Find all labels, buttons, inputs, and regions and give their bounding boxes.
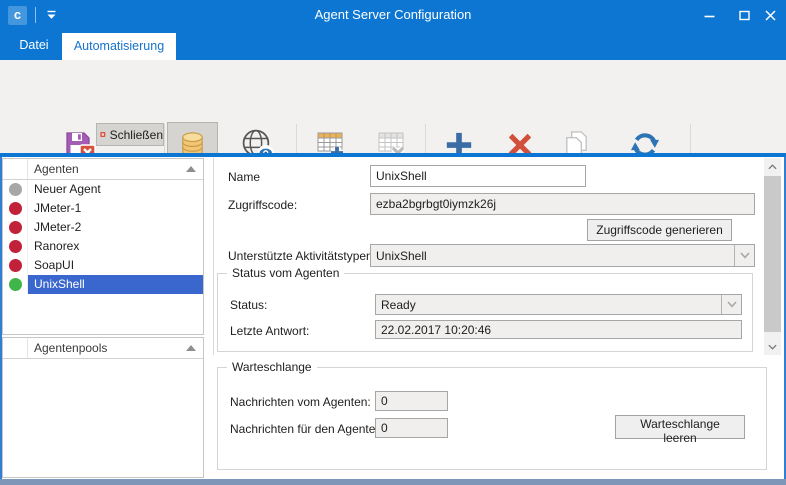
form-panel-border	[213, 158, 214, 355]
list-item-label: Ranorex	[28, 237, 203, 256]
agents-list: Agenten Neuer AgentJMeter-1JMeter-2Ranor…	[2, 158, 204, 335]
close-project-button[interactable]: Schließen	[96, 123, 164, 146]
app-window: c Agent Server Configuration Datei Autom…	[0, 0, 786, 485]
close-small-label: Schließen	[110, 128, 163, 142]
maximize-icon	[739, 10, 750, 21]
agents-list-body: Neuer AgentJMeter-1JMeter-2RanorexSoapUI…	[3, 180, 203, 294]
pools-list-header[interactable]: Agentenpools	[3, 338, 203, 359]
list-item[interactable]: Neuer Agent	[3, 180, 203, 199]
list-item-label: JMeter-1	[28, 199, 203, 218]
last-response-label: Letzte Antwort:	[230, 324, 309, 338]
status-cell	[3, 237, 28, 256]
status-group-title: Status vom Agenten	[227, 266, 344, 280]
pools-header-label: Agentenpools	[28, 341, 186, 355]
chevron-down-icon	[727, 301, 737, 308]
list-item[interactable]: JMeter-1	[3, 199, 203, 218]
activity-types-value: UnixShell	[371, 249, 734, 263]
activity-types-dropdown[interactable]: UnixShell	[370, 244, 755, 267]
scroll-up-button[interactable]	[764, 158, 781, 175]
agents-header-label: Agenten	[28, 162, 186, 176]
ribbon: Speichern & Schließen Schließen Speicher…	[0, 60, 786, 153]
window-border-bottom	[0, 479, 786, 485]
dropdown-button[interactable]	[721, 295, 741, 314]
status-dot-red	[9, 221, 22, 234]
messages-for-agent-label: Nachrichten für den Agenten:	[230, 422, 385, 436]
pools-list: Agentenpools	[2, 337, 204, 478]
list-item-label: Neuer Agent	[28, 180, 203, 199]
status-label: Status:	[230, 298, 267, 312]
messages-from-agent-label: Nachrichten vom Agenten:	[230, 395, 371, 409]
status-dropdown[interactable]: Ready	[375, 294, 742, 315]
clear-queue-button[interactable]: Warteschlange leeren	[615, 415, 745, 439]
status-cell	[3, 199, 28, 218]
minimize-button[interactable]	[696, 4, 722, 26]
status-column-header	[3, 159, 28, 179]
status-dot-gray	[9, 183, 22, 196]
list-item[interactable]: UnixShell	[3, 275, 203, 294]
agents-list-header[interactable]: Agenten	[3, 159, 203, 180]
sort-ascending-icon	[186, 345, 196, 351]
sort-ascending-icon	[186, 166, 196, 172]
status-dot-red	[9, 202, 22, 215]
activity-types-label: Unterstützte Aktivitätstypen:	[228, 249, 376, 263]
name-input[interactable]	[370, 165, 586, 187]
status-value: Ready	[376, 298, 721, 312]
status-cell	[3, 256, 28, 275]
name-label: Name	[228, 170, 260, 184]
minimize-icon	[704, 10, 715, 21]
list-item-label: SoapUI	[28, 256, 203, 275]
status-cell	[3, 218, 28, 237]
close-icon	[765, 10, 776, 21]
status-column-header	[3, 338, 28, 358]
status-dot-red	[9, 240, 22, 253]
last-response-field[interactable]	[375, 320, 742, 339]
window-border-left	[0, 157, 2, 485]
generate-code-button[interactable]: Zugriffscode generieren	[587, 219, 732, 241]
scrollbar-thumb[interactable]	[764, 176, 781, 332]
close-red-icon	[100, 127, 106, 142]
dropdown-button[interactable]	[734, 245, 754, 266]
vertical-scrollbar[interactable]	[764, 158, 781, 355]
tab-automatisierung[interactable]: Automatisierung	[62, 33, 176, 60]
window-title: Agent Server Configuration	[0, 0, 786, 30]
tab-datei[interactable]: Datei	[10, 30, 58, 60]
list-item-label: JMeter-2	[28, 218, 203, 237]
status-dot-green	[9, 278, 22, 291]
list-item[interactable]: Ranorex	[3, 237, 203, 256]
scroll-down-button[interactable]	[764, 338, 781, 355]
messages-from-agent-field[interactable]	[375, 391, 448, 411]
status-dot-red	[9, 259, 22, 272]
list-item[interactable]: JMeter-2	[3, 218, 203, 237]
chevron-down-icon	[740, 252, 750, 259]
scroll-up-icon	[768, 164, 777, 170]
queue-group-title: Warteschlange	[227, 360, 317, 374]
status-cell	[3, 180, 28, 199]
messages-for-agent-field[interactable]	[375, 418, 448, 438]
title-bar: c Agent Server Configuration	[0, 0, 786, 30]
list-item-label: UnixShell	[28, 275, 203, 294]
close-button[interactable]	[757, 4, 783, 26]
maximize-button[interactable]	[731, 4, 757, 26]
access-code-field[interactable]	[370, 193, 755, 215]
status-cell	[3, 275, 28, 294]
access-code-label: Zugriffscode:	[228, 198, 297, 212]
list-item[interactable]: SoapUI	[3, 256, 203, 275]
scroll-down-icon	[768, 344, 777, 350]
